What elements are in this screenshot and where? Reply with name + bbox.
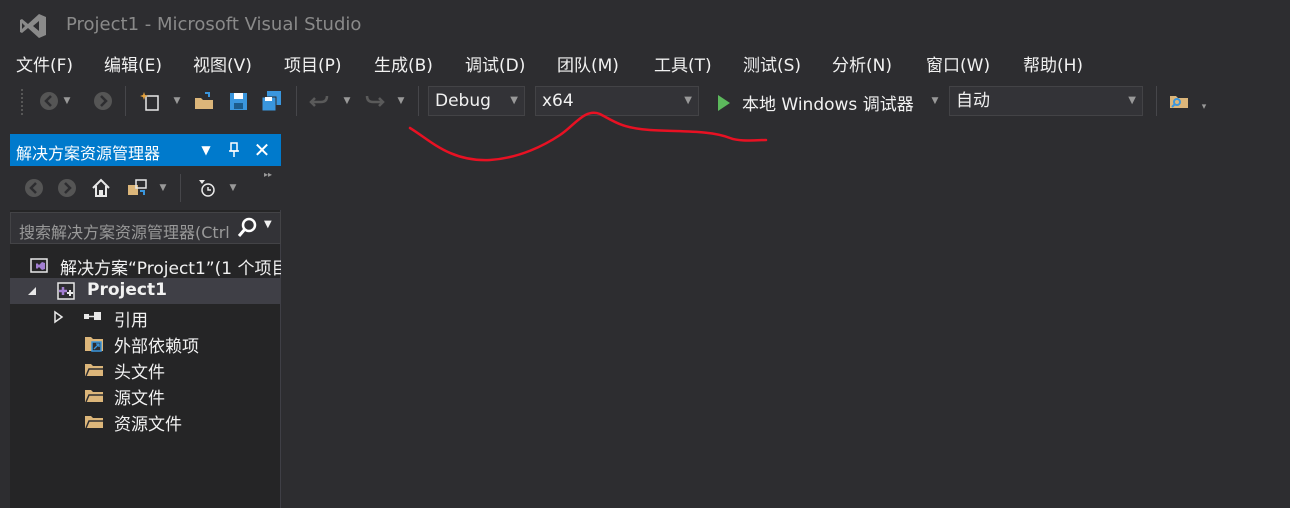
toolbar-separator — [418, 86, 419, 116]
visual-studio-logo-icon — [20, 14, 46, 38]
folder-icon — [85, 390, 103, 403]
menu-edit[interactable]: 编辑(E) — [104, 51, 162, 76]
search-input[interactable]: 搜索解决方案资源管理器(Ctrl+;) — [19, 219, 229, 243]
filter-dropdown-icon[interactable]: ▼ — [228, 179, 238, 197]
undo-dropdown-icon[interactable]: ▼ — [342, 92, 352, 110]
find-in-files-icon[interactable] — [1168, 90, 1190, 112]
solution-configuration-dropdown[interactable]: Debug ▼ — [428, 86, 525, 116]
title-bar: Project1 - Microsoft Visual Studio — [0, 0, 1290, 48]
menu-team[interactable]: 团队(M) — [557, 51, 619, 76]
menu-file[interactable]: 文件(F) — [16, 51, 73, 76]
cpp-project-icon — [57, 282, 75, 300]
menu-window[interactable]: 窗口(W) — [926, 51, 990, 76]
toolbar-overflow-icon[interactable]: ▸▸ — [263, 166, 273, 184]
back-dropdown-icon[interactable]: ▼ — [62, 92, 72, 110]
tree-item-solution[interactable]: 解决方案“Project1”(1 个项目) — [10, 252, 281, 278]
tree-item-references[interactable]: 引用 — [10, 304, 281, 330]
references-icon — [84, 312, 101, 320]
chevron-down-icon: ▼ — [1128, 95, 1136, 106]
undo-icon[interactable] — [309, 90, 331, 112]
debug-target-dropdown-icon[interactable]: ▼ — [930, 92, 940, 110]
open-folder-icon[interactable] — [193, 90, 215, 112]
debug-mode-dropdown[interactable]: 自动 ▼ — [949, 86, 1143, 116]
pending-changes-filter-icon[interactable] — [196, 177, 218, 199]
search-options-dropdown-icon[interactable]: ▼ — [264, 219, 272, 230]
toolbar-separator — [180, 174, 181, 202]
tree-item-label: 头文件 — [114, 363, 165, 382]
tree-item-label: 引用 — [114, 311, 148, 330]
solution-explorer-header[interactable]: 解决方案资源管理器 ▼ ✕ — [10, 134, 281, 166]
solution-label: 解决方案“Project1”(1 个项目) — [60, 259, 281, 278]
menu-help[interactable]: 帮助(H) — [1023, 51, 1083, 76]
tree-item-source-files[interactable]: 源文件 — [10, 382, 281, 408]
close-icon[interactable]: ✕ — [252, 139, 272, 161]
tree-item-external-dependencies[interactable]: 外部依赖项 — [10, 330, 281, 356]
external-deps-icon — [85, 337, 103, 352]
window-title: Project1 - Microsoft Visual Studio — [66, 14, 362, 35]
redo-icon[interactable] — [363, 90, 385, 112]
forward-icon[interactable] — [92, 90, 114, 112]
new-project-dropdown-icon[interactable]: ▼ — [172, 92, 182, 110]
pin-icon[interactable] — [224, 139, 244, 161]
search-icon[interactable] — [235, 217, 259, 239]
menu-analyze[interactable]: 分析(N) — [832, 51, 892, 76]
project-label: Project1 — [87, 280, 167, 300]
menu-build[interactable]: 生成(B) — [374, 51, 433, 76]
redo-dropdown-icon[interactable]: ▼ — [396, 92, 406, 110]
tree-item-label: 源文件 — [114, 389, 165, 408]
menu-debug[interactable]: 调试(D) — [465, 51, 525, 76]
solution-icon — [30, 258, 48, 273]
switch-views-icon[interactable] — [126, 177, 148, 199]
menu-project[interactable]: 项目(P) — [284, 51, 342, 76]
folder-icon — [85, 416, 103, 429]
debug-mode-value: 自动 — [956, 91, 990, 111]
panel-options-icon[interactable]: ▼ — [196, 139, 216, 161]
solution-explorer-panel: 解决方案资源管理器 ▼ ✕ ▼ ▼ ▸▸ 搜索解决方案资源管理器(Ctrl+;)… — [10, 134, 281, 508]
start-debugging-play-icon[interactable] — [716, 92, 732, 114]
tree-item-resource-files[interactable]: 资源文件 — [10, 408, 281, 434]
panel-title: 解决方案资源管理器 — [16, 144, 161, 163]
save-icon[interactable] — [228, 90, 250, 112]
toolbar-separator — [125, 86, 126, 116]
save-all-icon[interactable] — [261, 90, 283, 112]
home-icon[interactable] — [90, 177, 112, 199]
new-project-icon[interactable] — [140, 90, 162, 112]
standard-toolbar: ▼ ▼ ▼ ▼ Debug ▼ x64 ▼ 本地 Windows 调试器 ▼ 自… — [0, 80, 1290, 122]
back-icon[interactable] — [38, 90, 60, 112]
expand-arrow-icon[interactable] — [52, 310, 64, 324]
platform-value: x64 — [542, 91, 574, 111]
solution-explorer-toolbar: ▼ ▼ ▸▸ — [10, 166, 281, 210]
tree-item-project[interactable]: Project1 — [10, 278, 281, 304]
switch-views-dropdown-icon[interactable]: ▼ — [158, 179, 168, 197]
toolbar-overflow-icon[interactable]: ▾ — [1199, 98, 1209, 116]
menu-test[interactable]: 测试(S) — [743, 51, 801, 76]
solution-platform-dropdown[interactable]: x64 ▼ — [535, 86, 699, 116]
tree-item-label: 资源文件 — [114, 415, 182, 434]
chevron-down-icon: ▼ — [510, 95, 518, 106]
tree-item-header-files[interactable]: 头文件 — [10, 356, 281, 382]
chevron-down-icon: ▼ — [684, 95, 692, 106]
toolbar-separator — [1156, 86, 1157, 116]
toolbar-grip[interactable] — [20, 88, 24, 116]
folder-icon — [85, 364, 103, 377]
collapse-arrow-icon[interactable] — [26, 284, 38, 298]
start-debugging-button[interactable]: 本地 Windows 调试器 — [742, 90, 914, 115]
tree-item-label: 外部依赖项 — [114, 337, 199, 356]
back-icon[interactable] — [23, 177, 45, 199]
menu-bar: 文件(F) 编辑(E) 视图(V) 项目(P) 生成(B) 调试(D) 团队(M… — [0, 48, 1290, 78]
solution-explorer-search[interactable]: 搜索解决方案资源管理器(Ctrl+;) ▼ — [10, 212, 281, 244]
menu-tools[interactable]: 工具(T) — [654, 51, 712, 76]
forward-icon[interactable] — [56, 177, 78, 199]
toolbar-separator — [296, 86, 297, 116]
configuration-value: Debug — [435, 91, 491, 111]
menu-view[interactable]: 视图(V) — [193, 51, 252, 76]
